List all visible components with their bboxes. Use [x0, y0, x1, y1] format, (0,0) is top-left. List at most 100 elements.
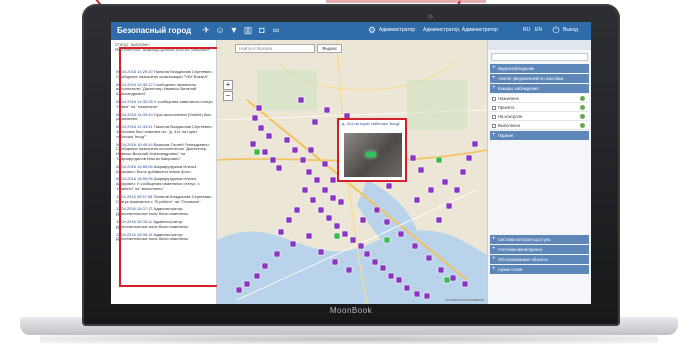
incident-marker[interactable]	[291, 146, 299, 154]
incident-marker[interactable]	[345, 266, 353, 274]
incident-marker[interactable]	[427, 186, 435, 194]
incident-marker[interactable]	[289, 240, 297, 248]
incident-marker[interactable]	[255, 104, 263, 112]
lang-ru[interactable]: RU	[523, 27, 530, 33]
incident-marker[interactable]	[325, 214, 333, 222]
incident-marker-active[interactable]	[333, 232, 341, 240]
incident-marker[interactable]	[445, 202, 453, 210]
incident-marker[interactable]	[285, 216, 293, 224]
incident-marker-active[interactable]	[253, 148, 261, 156]
incident-marker[interactable]	[417, 166, 425, 174]
incident-marker[interactable]	[441, 178, 449, 186]
incident-marker[interactable]	[425, 254, 433, 262]
incident-marker[interactable]	[397, 230, 405, 238]
incident-marker[interactable]	[321, 160, 329, 168]
filter-assigned[interactable]: Назначено	[490, 94, 589, 103]
lang-en[interactable]: EN	[535, 27, 542, 33]
panel-tabs[interactable]	[488, 40, 591, 50]
zoom-out-button[interactable]: −	[223, 91, 233, 101]
map-credit[interactable]: Условия использования	[445, 298, 484, 302]
incident-marker[interactable]	[403, 284, 411, 292]
incident-marker[interactable]	[341, 230, 349, 238]
incident-marker[interactable]	[453, 186, 461, 194]
incident-marker[interactable]	[359, 216, 367, 224]
incident-marker[interactable]	[385, 182, 393, 190]
incident-marker[interactable]	[363, 250, 371, 258]
incident-marker[interactable]	[461, 280, 469, 288]
incident-marker[interactable]	[283, 136, 291, 144]
incident-popup[interactable]: д. 414 на горит табличка "вход"	[337, 118, 407, 182]
incident-marker[interactable]	[313, 176, 321, 184]
incident-marker[interactable]	[383, 218, 391, 226]
incident-marker[interactable]	[321, 186, 329, 194]
incident-marker[interactable]	[235, 286, 243, 294]
incident-marker[interactable]	[395, 276, 403, 284]
section-video[interactable]: Видеонаблюдение	[490, 64, 589, 73]
incident-marker[interactable]	[323, 106, 331, 114]
incident-marker[interactable]	[305, 232, 313, 240]
incident-marker[interactable]	[357, 242, 365, 250]
incident-marker[interactable]	[333, 222, 341, 230]
incident-marker[interactable]	[297, 96, 305, 104]
incident-marker-active[interactable]	[383, 236, 391, 244]
incident-marker[interactable]	[249, 140, 257, 148]
user-icon[interactable]: ☺	[215, 25, 225, 36]
link-icon[interactable]: ∞	[271, 25, 281, 36]
incident-photo[interactable]	[344, 133, 402, 177]
pin-icon[interactable]: ✈	[201, 25, 211, 36]
incident-marker[interactable]	[277, 228, 285, 236]
user-name[interactable]: Администратор, Администратор	[423, 27, 498, 33]
filter-accepted[interactable]: Принято	[490, 103, 589, 112]
section-parking[interactable]: Паркинг	[490, 131, 589, 140]
incident-marker[interactable]	[331, 258, 339, 266]
incident-marker[interactable]	[329, 194, 337, 202]
incident-marker[interactable]	[411, 242, 419, 250]
incident-marker[interactable]	[243, 280, 251, 288]
map-search-input[interactable]: Найти в Москве	[235, 44, 315, 53]
incident-marker[interactable]	[265, 132, 273, 140]
incident-marker[interactable]	[309, 196, 317, 204]
section-complaints[interactable]: Аналог уведомлений по жалобам	[490, 74, 589, 83]
camera-icon[interactable]: ◘	[257, 25, 267, 36]
logout-button[interactable]: Выход	[563, 27, 578, 33]
incident-marker[interactable]	[299, 156, 307, 164]
incident-marker[interactable]	[307, 146, 315, 154]
incident-marker[interactable]	[349, 236, 357, 244]
filter-done[interactable]: Выполнено	[490, 121, 589, 130]
incident-marker[interactable]	[293, 206, 301, 214]
incident-marker[interactable]	[465, 154, 473, 162]
incident-marker[interactable]	[301, 186, 309, 194]
layer-search-input[interactable]	[491, 53, 588, 61]
checkbox[interactable]	[492, 96, 496, 101]
section-meters[interactable]: Счетчики мониторинга	[490, 245, 589, 254]
incident-marker[interactable]	[253, 272, 261, 280]
incident-marker[interactable]	[305, 168, 313, 176]
map-layer-tab[interactable]: Яндекс	[317, 44, 343, 53]
incident-marker[interactable]	[435, 216, 443, 224]
checkbox[interactable]	[492, 105, 496, 110]
incident-marker[interactable]	[261, 148, 269, 156]
incident-marker[interactable]	[311, 118, 319, 126]
incident-marker[interactable]	[387, 272, 395, 280]
incident-marker[interactable]	[273, 250, 281, 258]
incident-marker[interactable]	[371, 258, 379, 266]
gear-icon[interactable]: ⚙	[367, 25, 377, 36]
section-cameras[interactable]: Камеры наблюдения	[490, 84, 589, 93]
incident-marker-active[interactable]	[435, 156, 443, 164]
incident-marker[interactable]	[459, 168, 467, 176]
incident-marker[interactable]	[373, 206, 381, 214]
incident-marker[interactable]	[261, 262, 269, 270]
incident-marker[interactable]	[329, 176, 337, 184]
section-access-control[interactable]: Система контроля доступа	[490, 235, 589, 244]
admin-label[interactable]: Администратор	[379, 27, 415, 33]
incident-marker[interactable]	[449, 274, 457, 282]
incident-marker-active[interactable]	[443, 276, 451, 284]
checkbox[interactable]	[492, 114, 496, 119]
chart-icon[interactable]: ▥	[243, 25, 253, 36]
incident-marker[interactable]	[251, 114, 259, 122]
incident-marker[interactable]	[413, 196, 421, 204]
incident-marker[interactable]	[379, 264, 387, 272]
incident-marker[interactable]	[269, 156, 277, 164]
incident-marker[interactable]	[423, 292, 431, 300]
filter-icon[interactable]: ▼	[229, 25, 239, 36]
